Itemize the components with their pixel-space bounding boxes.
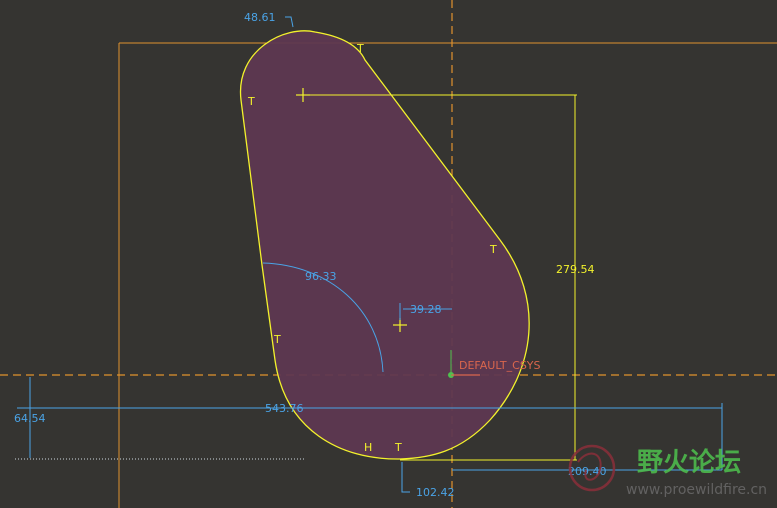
tangent-constraint[interactable]: T xyxy=(489,243,497,256)
small-dimension-label[interactable]: 39.28 xyxy=(410,303,442,316)
top-radius-label[interactable]: 48.61 xyxy=(244,11,276,24)
left-offset-dimension[interactable]: 64.54 xyxy=(14,377,305,460)
tangent-constraint[interactable]: T xyxy=(356,42,364,55)
horizontal-constraint[interactable]: H xyxy=(364,441,372,454)
left-offset-label[interactable]: 64.54 xyxy=(14,412,46,425)
forum-watermark: 野火论坛 www.proewildfire.cn xyxy=(568,444,767,498)
watermark-url: www.proewildfire.cn xyxy=(626,482,767,498)
angle-label[interactable]: 96.33 xyxy=(305,270,337,283)
tangent-constraint[interactable]: T xyxy=(247,95,255,108)
csys-label[interactable]: DEFAULT_CSYS xyxy=(459,359,541,372)
bottom-offset-label[interactable]: 102.42 xyxy=(416,486,455,499)
width-dimension-label[interactable]: 543.76 xyxy=(265,402,304,415)
sketch-canvas[interactable]: 279.54 48.61 96.33 39.28 543.76 64.54 10… xyxy=(0,0,777,508)
watermark-text: 野火论坛 xyxy=(637,448,741,478)
height-dimension-label[interactable]: 279.54 xyxy=(556,263,595,276)
tangent-constraint[interactable]: T xyxy=(273,333,281,346)
bottom-offset-dimension[interactable]: 102.42 xyxy=(401,462,455,499)
tangent-constraint[interactable]: T xyxy=(394,441,402,454)
top-radius-dimension[interactable]: 48.61 xyxy=(244,11,294,28)
